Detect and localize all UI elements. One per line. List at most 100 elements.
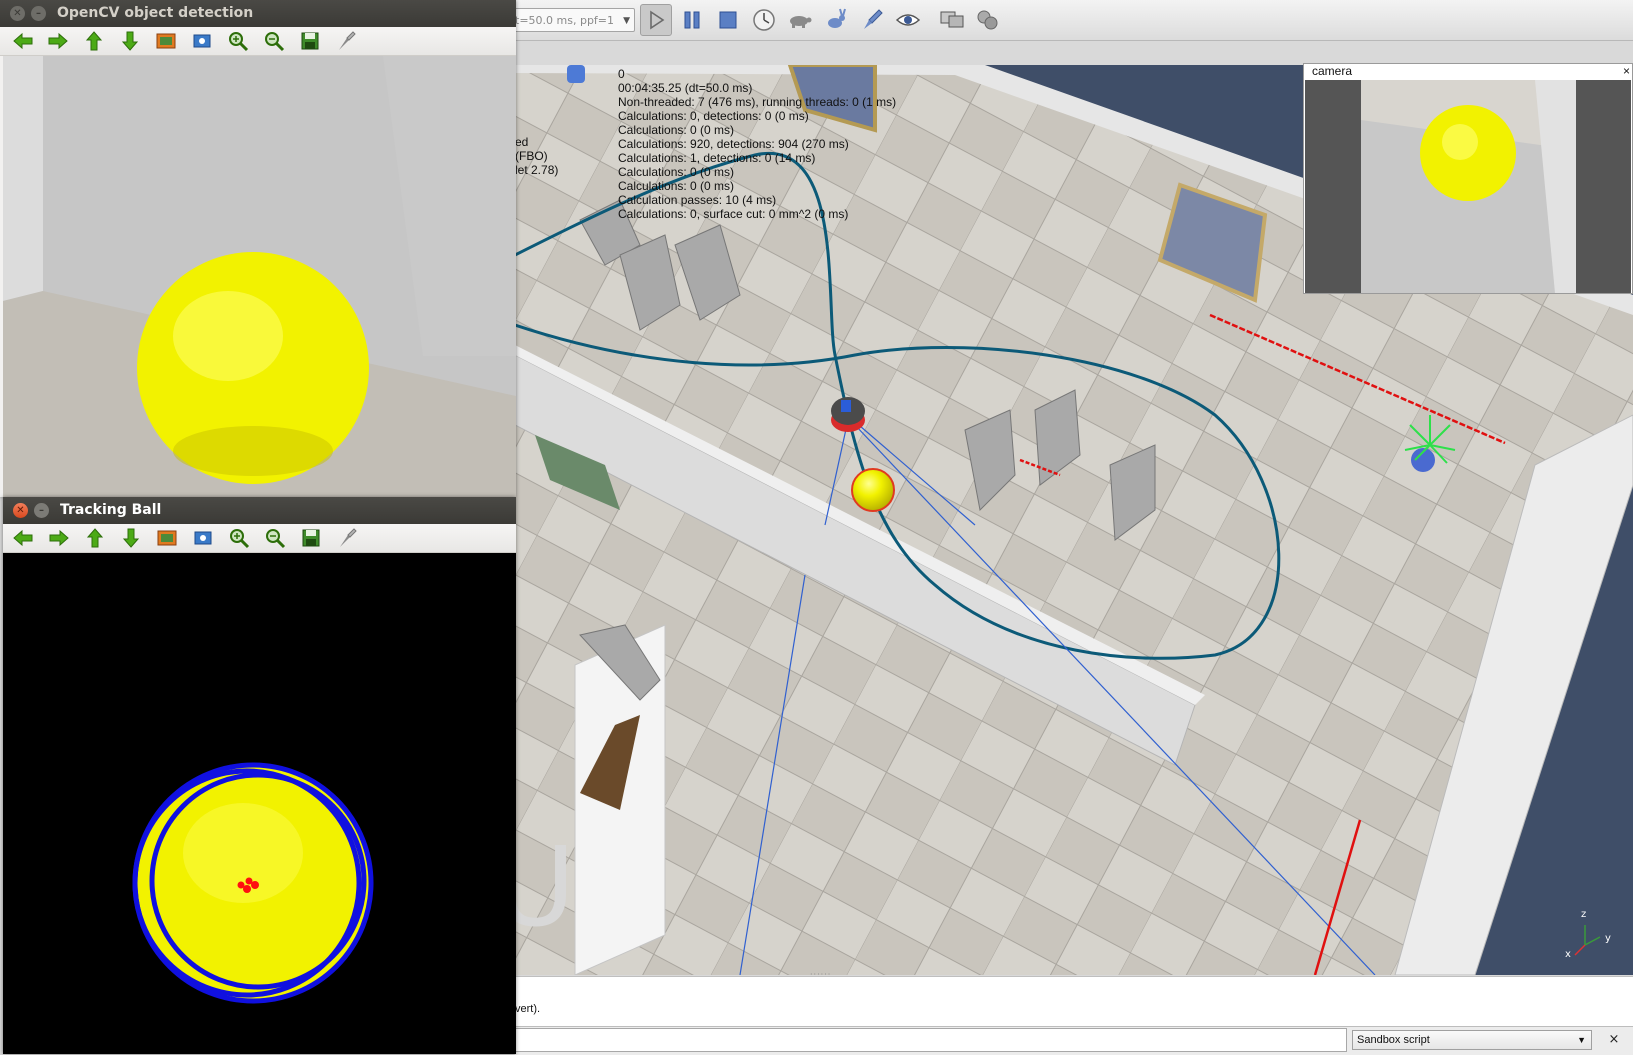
pan-down-icon xyxy=(122,528,140,548)
pan-right-button[interactable] xyxy=(47,30,69,52)
play-button[interactable] xyxy=(640,4,672,36)
pan-left-icon xyxy=(13,529,33,547)
pause-button[interactable] xyxy=(676,4,708,36)
info-label: (FBO) xyxy=(515,149,548,163)
pan-left-icon xyxy=(13,32,33,50)
info-line: Calculations: 0 (0 ms) xyxy=(618,165,735,179)
zoom-fit-button[interactable] xyxy=(156,527,178,549)
info-line: Calculations: 0, surface cut: 0 mm^2 (0 … xyxy=(618,207,849,221)
yellow-ball xyxy=(851,468,895,512)
visualization-toggle-button[interactable] xyxy=(892,4,924,36)
pan-up-icon xyxy=(85,31,103,51)
pan-up-icon xyxy=(86,528,104,548)
camera-gear-icon xyxy=(977,10,998,30)
zoom-in-button[interactable] xyxy=(227,30,249,52)
axis-x-label: x xyxy=(1565,949,1571,960)
axis-y-label: y xyxy=(1605,933,1611,944)
save-button[interactable] xyxy=(300,527,322,549)
info-label: ed xyxy=(515,135,529,149)
window-title: Tracking Ball xyxy=(60,502,162,518)
zoom-100-icon xyxy=(193,34,211,48)
properties-icon xyxy=(339,31,356,50)
eye-icon xyxy=(895,14,921,26)
close-icon[interactable]: ✕ xyxy=(13,503,28,518)
floating-view-title: camera xyxy=(1312,64,1353,78)
real-time-icon xyxy=(753,9,775,31)
info-line: Calculations: 920, detections: 904 (270 … xyxy=(618,137,849,151)
close-icon[interactable]: ✕ xyxy=(10,6,25,21)
simulation-info-overlay: 0 00:04:35.25 (dt=50.0 ms) Non-threaded:… xyxy=(618,67,896,221)
save-icon xyxy=(302,529,320,547)
pan-down-button[interactable] xyxy=(120,527,142,549)
pan-left-button[interactable] xyxy=(12,30,34,52)
real-time-button[interactable] xyxy=(748,4,780,36)
pan-down-icon xyxy=(121,31,139,51)
window-title: OpenCV object detection xyxy=(57,5,254,21)
zoom-fit-icon xyxy=(156,33,176,49)
zoom-out-icon xyxy=(265,32,285,52)
info-line: Non-threaded: 7 (476 ms), running thread… xyxy=(618,95,897,109)
tracking-ball-window: ✕ – Tracking Ball xyxy=(3,497,516,1054)
pan-left-button[interactable] xyxy=(12,527,34,549)
info-line: 00:04:35.25 (dt=50.0 ms) xyxy=(618,81,753,95)
close-icon[interactable]: × xyxy=(1623,64,1630,79)
highgui-toolbar xyxy=(0,27,516,56)
properties-button[interactable] xyxy=(335,30,357,52)
pan-right-button[interactable] xyxy=(48,527,70,549)
chevron-down-icon: ▼ xyxy=(623,16,630,26)
info-line: 0 xyxy=(618,67,625,81)
thread-rendering-button[interactable] xyxy=(856,4,888,36)
page-selector-button[interactable] xyxy=(936,4,968,36)
watermark-letter: U xyxy=(515,823,576,951)
info-line: Calculations: 0 (0 ms) xyxy=(618,123,735,137)
zoom-100-icon xyxy=(194,531,212,545)
zoom-in-icon xyxy=(229,32,249,52)
zoom-fit-icon xyxy=(157,530,177,546)
turtle-icon xyxy=(790,16,812,28)
simulation-settings-combo[interactable]: t=50.0 ms, ppf=1 ▼ xyxy=(510,8,635,32)
pan-down-button[interactable] xyxy=(119,30,141,52)
simulation-info-labels: ed (FBO) let 2.78) xyxy=(515,135,558,177)
opencv-window-titlebar[interactable]: ✕ – OpenCV object detection xyxy=(0,0,516,27)
pan-right-icon xyxy=(48,32,68,50)
rabbit-icon xyxy=(828,8,846,28)
zoom-100-button[interactable] xyxy=(191,30,213,52)
info-line: Calculations: 0 (0 ms) xyxy=(618,179,735,193)
save-button[interactable] xyxy=(299,30,321,52)
faster-button[interactable] xyxy=(820,4,852,36)
minimize-icon[interactable]: – xyxy=(34,503,49,518)
rocket-icon xyxy=(864,9,883,29)
command-input[interactable] xyxy=(515,1028,1347,1052)
script-selector[interactable]: Sandbox script ▼ xyxy=(1352,1030,1592,1050)
zoom-out-button[interactable] xyxy=(263,30,285,52)
pan-right-icon xyxy=(49,529,69,547)
save-icon xyxy=(301,32,319,50)
stop-icon xyxy=(719,11,737,29)
axis-z-label: z xyxy=(1581,909,1586,920)
tracking-image xyxy=(3,553,516,1054)
clear-script-button[interactable]: × xyxy=(1605,1031,1623,1049)
zoom-out-icon xyxy=(266,529,286,549)
zoom-100-button[interactable] xyxy=(192,527,214,549)
zoom-fit-button[interactable] xyxy=(155,30,177,52)
scene-selector-button[interactable] xyxy=(972,4,1004,36)
minimize-icon[interactable]: – xyxy=(31,6,46,21)
chevron-down-icon: ▼ xyxy=(1577,1035,1586,1045)
camera-floating-view[interactable]: camera × xyxy=(1303,63,1633,294)
status-console xyxy=(515,976,1633,1027)
info-line: Calculations: 0, detections: 0 (0 ms) xyxy=(618,109,809,123)
info-line: Calculation passes: 10 (4 ms) xyxy=(618,193,777,207)
slower-button[interactable] xyxy=(784,4,816,36)
floating-view-titlebar[interactable]: camera × xyxy=(1304,64,1632,79)
properties-icon xyxy=(340,528,357,547)
properties-button[interactable] xyxy=(336,527,358,549)
zoom-in-button[interactable] xyxy=(228,527,250,549)
tracking-window-titlebar[interactable]: ✕ – Tracking Ball xyxy=(3,497,516,524)
pan-up-button[interactable] xyxy=(84,527,106,549)
stop-button[interactable] xyxy=(712,4,744,36)
play-icon xyxy=(650,10,665,30)
zoom-out-button[interactable] xyxy=(264,527,286,549)
script-selector-value: Sandbox script xyxy=(1357,1034,1430,1046)
pan-up-button[interactable] xyxy=(83,30,105,52)
highgui-toolbar xyxy=(3,524,516,553)
